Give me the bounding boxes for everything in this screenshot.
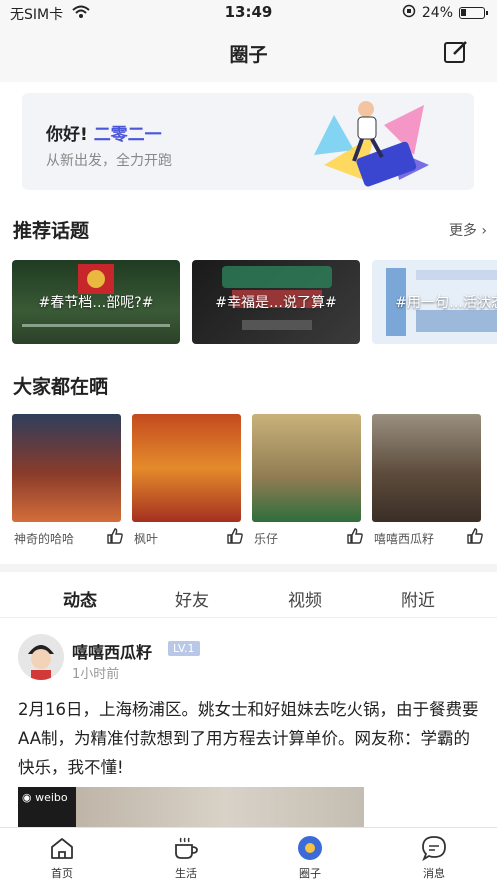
topic-card[interactable]: #用一句…活状态# [372, 260, 497, 344]
welcome-banner[interactable]: 你好! 二零二一 从新出发，全力开跑 [22, 93, 474, 190]
message-bubble-icon [422, 836, 446, 862]
banner-greeting: 你好! 二零二一 [46, 120, 162, 145]
tabbar-circle-label: 圈子 [299, 867, 321, 880]
show-card[interactable]: 嘻嘻西瓜籽 [372, 414, 483, 546]
shows-carousel[interactable]: 神奇的哈哈 枫叶 乐仔 嘻嘻西瓜籽 [12, 414, 497, 554]
tabbar-life[interactable]: 生活 [151, 834, 221, 881]
tabbar-home[interactable]: 首页 [27, 834, 97, 881]
tab-dynamic[interactable]: 动态 [40, 586, 120, 611]
chevron-right-icon: › [481, 223, 487, 239]
tabbar-home-label: 首页 [51, 867, 73, 880]
show-card[interactable]: 乐仔 [252, 414, 363, 546]
post-time: 1小时前 [72, 667, 120, 682]
tabbar-messages[interactable]: 消息 [399, 834, 469, 881]
topic-card[interactable]: #春节档…部呢?# [12, 260, 180, 344]
show-user: 神奇的哈哈 [14, 532, 75, 546]
tab-friends[interactable]: 好友 [152, 586, 232, 611]
tabbar-life-label: 生活 [175, 867, 197, 880]
more-topics-link[interactable]: 更多 › [449, 220, 487, 240]
runner-illustration [314, 101, 429, 187]
shows-section-title: 大家都在晒 [13, 376, 109, 398]
main-content: 你好! 二零二一 从新出发，全力开跑 推荐话题 更多 › #春节档…部呢?# #… [0, 82, 497, 827]
avatar[interactable] [18, 634, 64, 680]
topic-label: #春节档…部呢?# [38, 295, 154, 311]
weibo-badge: ◉ weibo [18, 787, 76, 827]
topic-carousel[interactable]: #春节档…部呢?# #幸福是…说了算# #用一句…活状态# [12, 260, 497, 344]
compose-icon[interactable] [443, 39, 469, 65]
level-badge: LV.1 [168, 641, 200, 656]
thumbs-up-icon[interactable] [346, 527, 364, 548]
movie-poster[interactable] [132, 414, 241, 522]
nav-bar: 圈子 [0, 26, 497, 82]
weibo-icon: ◉ [22, 791, 32, 804]
tab-video[interactable]: 视频 [265, 586, 345, 611]
show-user: 嘻嘻西瓜籽 [374, 532, 435, 546]
section-divider [0, 564, 497, 572]
thumbs-up-icon[interactable] [466, 527, 484, 548]
weibo-label: weibo [35, 791, 68, 804]
tabbar-messages-label: 消息 [423, 867, 445, 880]
banner-subtitle: 从新出发，全力开跑 [46, 153, 172, 169]
status-bar: 无SIM卡 13:49 24% [0, 0, 497, 26]
show-user: 乐仔 [254, 532, 279, 546]
thumbs-up-icon[interactable] [106, 527, 124, 548]
battery-percent: 24% [421, 5, 453, 21]
page-title: 圈子 [229, 44, 268, 66]
tabbar-circle[interactable]: 圈子 [275, 834, 345, 881]
greeting-text: 你好! [46, 125, 88, 145]
movie-poster[interactable] [372, 414, 481, 522]
show-card[interactable]: 枫叶 [132, 414, 243, 546]
topic-label: #幸福是…说了算# [215, 295, 337, 311]
thumbs-up-icon[interactable] [226, 527, 244, 548]
coffee-cup-icon [175, 837, 198, 859]
bottom-tab-bar: 首页 生活 圈子 消息 [0, 827, 497, 883]
more-label: 更多 [448, 223, 477, 239]
post-image[interactable]: ◉ weibo [18, 787, 364, 827]
movie-poster[interactable] [252, 414, 361, 522]
orientation-lock-icon [402, 4, 416, 22]
greeting-accent: 二零二一 [93, 125, 162, 145]
movie-poster[interactable] [12, 414, 121, 522]
show-card[interactable]: 神奇的哈哈 [12, 414, 123, 546]
topics-section-title: 推荐话题 [13, 220, 90, 242]
feed-tabs: 动态 好友 视频 附近 [0, 572, 497, 618]
home-icon [51, 838, 73, 859]
post-username[interactable]: 嘻嘻西瓜籽 [72, 639, 152, 663]
circle-active-icon [298, 836, 322, 860]
show-user: 枫叶 [134, 532, 159, 546]
battery-icon [459, 7, 488, 19]
topic-card[interactable]: #幸福是…说了算# [192, 260, 360, 344]
post-text: 2月16日，上海杨浦区。姚女士和好姐妹去吃火锅，由于餐费要AA制，为精准付款想到… [18, 700, 479, 777]
topic-label: #用一句…活状态# [395, 295, 497, 311]
tab-nearby[interactable]: 附近 [378, 586, 458, 611]
